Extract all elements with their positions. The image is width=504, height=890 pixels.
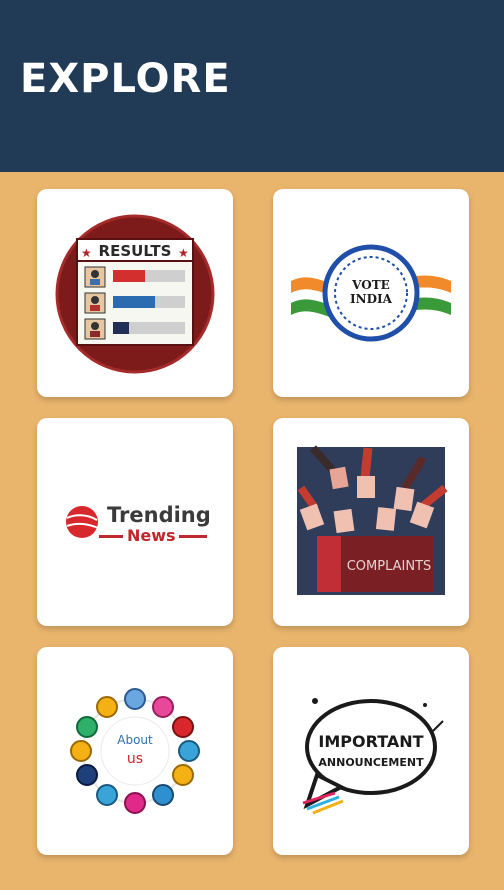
india-label: INDIA bbox=[350, 292, 393, 306]
app-header: EXPLORE bbox=[0, 0, 504, 172]
trending-news-illustration: Trending News bbox=[66, 503, 211, 545]
results-tile[interactable]: ★ ★ RESULTS bbox=[37, 189, 233, 397]
page-title: EXPLORE bbox=[20, 56, 231, 102]
trending-news-tile[interactable]: Trending News bbox=[37, 418, 233, 626]
complaints-illustration: COMPLAINTS bbox=[297, 445, 448, 595]
vote-india-illustration: VOTE INDIA bbox=[291, 244, 451, 342]
star-icon: ★ bbox=[178, 246, 189, 260]
vote-india-tile[interactable]: VOTE INDIA bbox=[273, 189, 469, 397]
star-icon: ★ bbox=[81, 246, 92, 260]
about-us-illustration: About us bbox=[70, 688, 200, 814]
complaints-label: COMPLAINTS bbox=[347, 559, 432, 574]
about-label: About bbox=[117, 733, 153, 747]
complaints-tile[interactable]: COMPLAINTS bbox=[273, 418, 469, 626]
results-label: RESULTS bbox=[99, 242, 172, 260]
results-illustration: ★ ★ RESULTS bbox=[55, 214, 215, 374]
trending-label: Trending bbox=[107, 503, 211, 527]
announcement-label: ANNOUNCEMENT bbox=[318, 756, 424, 769]
vote-label: VOTE bbox=[351, 278, 390, 292]
about-us-tile[interactable]: About us bbox=[37, 647, 233, 855]
important-announcement-tile[interactable]: IMPORTANT ANNOUNCEMENT bbox=[273, 647, 469, 855]
us-label: us bbox=[127, 751, 143, 767]
important-label: IMPORTANT bbox=[318, 732, 423, 751]
announcement-illustration: IMPORTANT ANNOUNCEMENT bbox=[302, 698, 444, 815]
news-label: News bbox=[127, 526, 176, 545]
globe-icon bbox=[66, 506, 98, 538]
